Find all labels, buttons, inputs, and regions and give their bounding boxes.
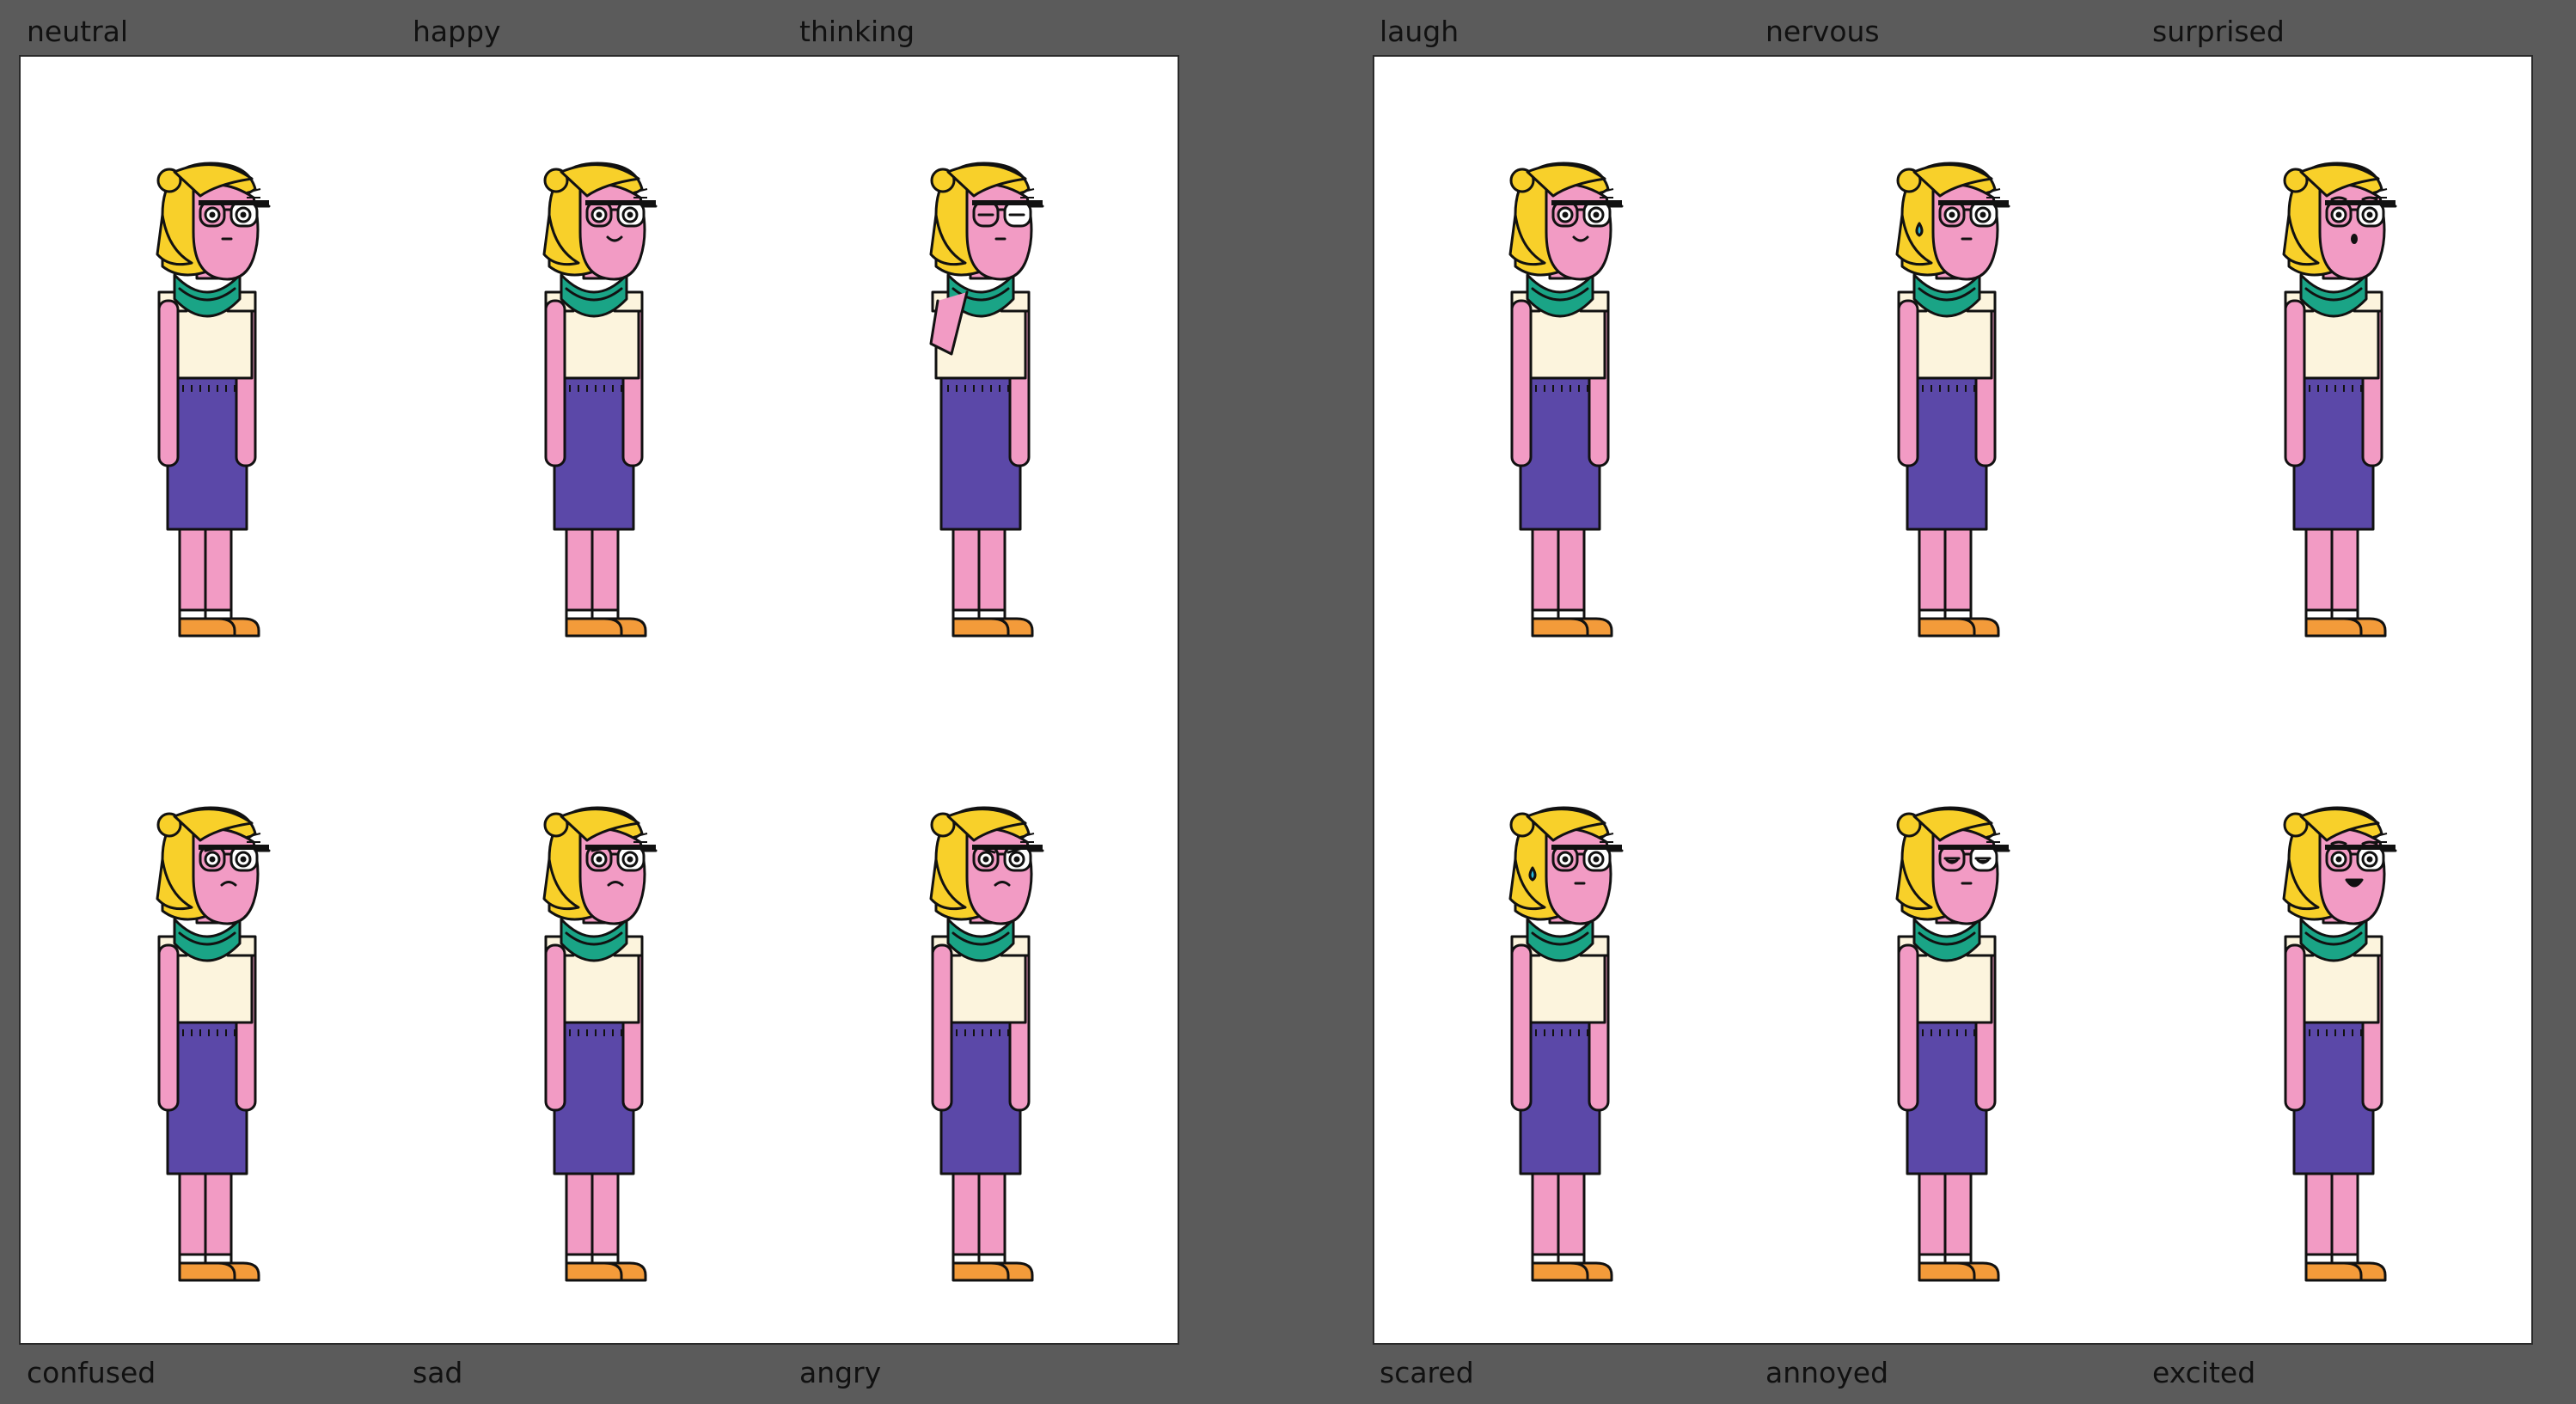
label-laugh: laugh — [1380, 15, 1459, 48]
label-nervous: nervous — [1765, 15, 1880, 48]
character-thinking — [914, 155, 1081, 662]
label-annoyed: annoyed — [1765, 1356, 1889, 1389]
character-excited — [2267, 799, 2434, 1306]
label-surprised: surprised — [2152, 15, 2285, 48]
label-sad: sad — [413, 1356, 463, 1389]
label-angry: angry — [799, 1356, 882, 1389]
label-neutral: neutral — [27, 15, 129, 48]
label-confused: confused — [27, 1356, 156, 1389]
label-scared: scared — [1380, 1356, 1474, 1389]
character-surprised — [2267, 155, 2434, 662]
label-happy: happy — [413, 15, 501, 48]
character-happy — [527, 155, 694, 662]
character-laugh — [1493, 155, 1661, 662]
character-nervous — [1880, 155, 2047, 662]
character-angry — [914, 799, 1081, 1306]
character-neutral — [140, 155, 308, 662]
label-excited: excited — [2152, 1356, 2256, 1389]
character-sad — [527, 799, 694, 1306]
character-scared — [1493, 799, 1661, 1306]
character-annoyed — [1880, 799, 2047, 1306]
character-confused — [140, 799, 308, 1306]
label-thinking: thinking — [799, 15, 915, 48]
